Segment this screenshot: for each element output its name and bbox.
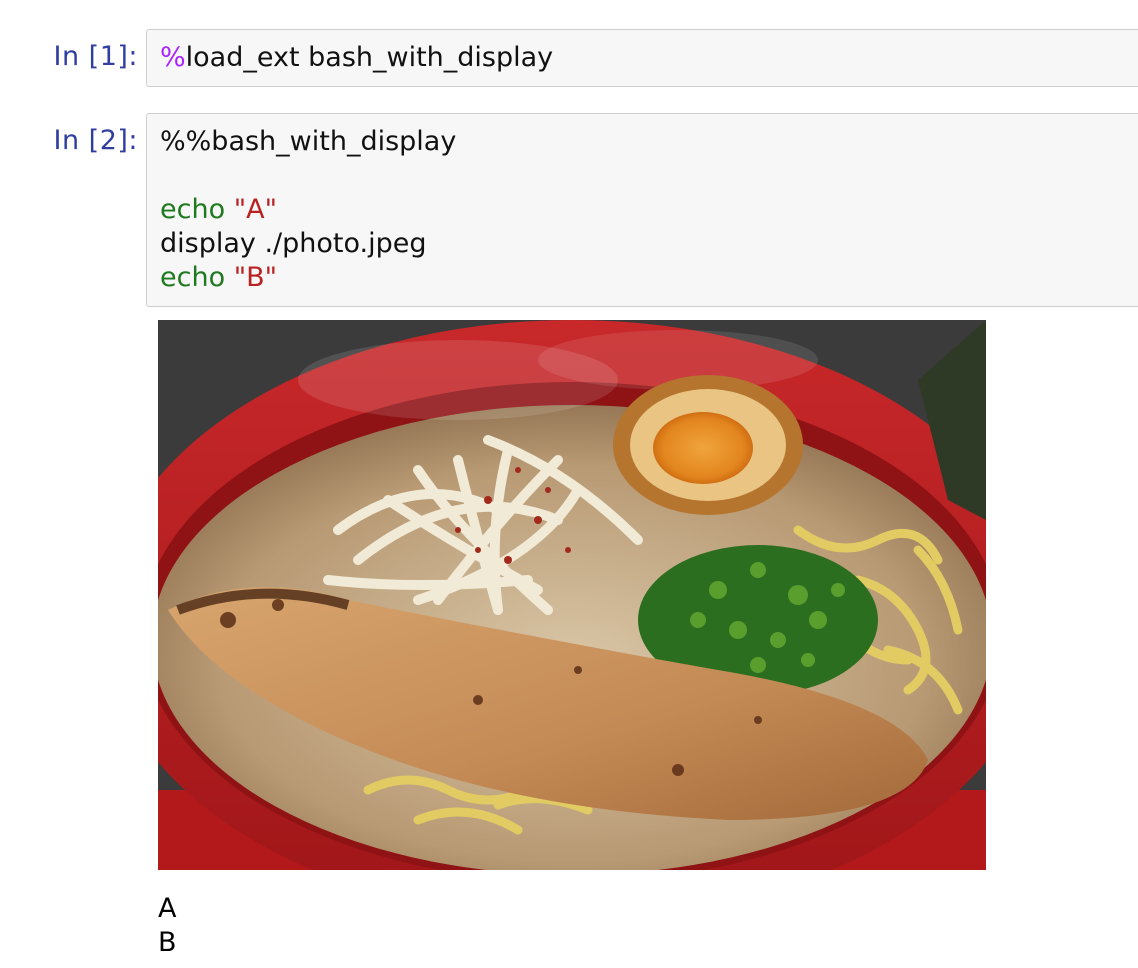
string-literal: "B" <box>233 262 278 293</box>
echo-keyword: echo <box>160 194 226 225</box>
output-image <box>158 320 986 870</box>
code-input-2[interactable]: %%bash_with_display echo "A" display ./p… <box>146 113 1138 307</box>
code-input-1[interactable]: %load_ext bash_with_display <box>146 29 1138 87</box>
stdout-line: B <box>158 927 177 958</box>
string-literal: "A" <box>233 194 277 225</box>
input-prompt-1: In [1]: <box>53 41 138 72</box>
input-prompt-2: In [2]: <box>53 125 138 156</box>
code-line: echo "A" <box>160 193 277 227</box>
code-cell-2[interactable]: In [2]: %%bash_with_display echo "A" dis… <box>0 113 1138 307</box>
code-cell-1[interactable]: In [1]: %load_ext bash_with_display <box>0 29 1138 87</box>
code-line: display ./photo.jpeg <box>160 228 427 259</box>
echo-keyword: echo <box>160 262 226 293</box>
code-line: %load_ext bash_with_display <box>160 41 553 75</box>
code-line: echo "B" <box>160 261 277 295</box>
code-text: load_ext bash_with_display <box>185 42 554 73</box>
stdout-line: A <box>158 893 177 924</box>
code-line: %%bash_with_display <box>160 126 457 157</box>
magic-token: % <box>160 42 186 73</box>
